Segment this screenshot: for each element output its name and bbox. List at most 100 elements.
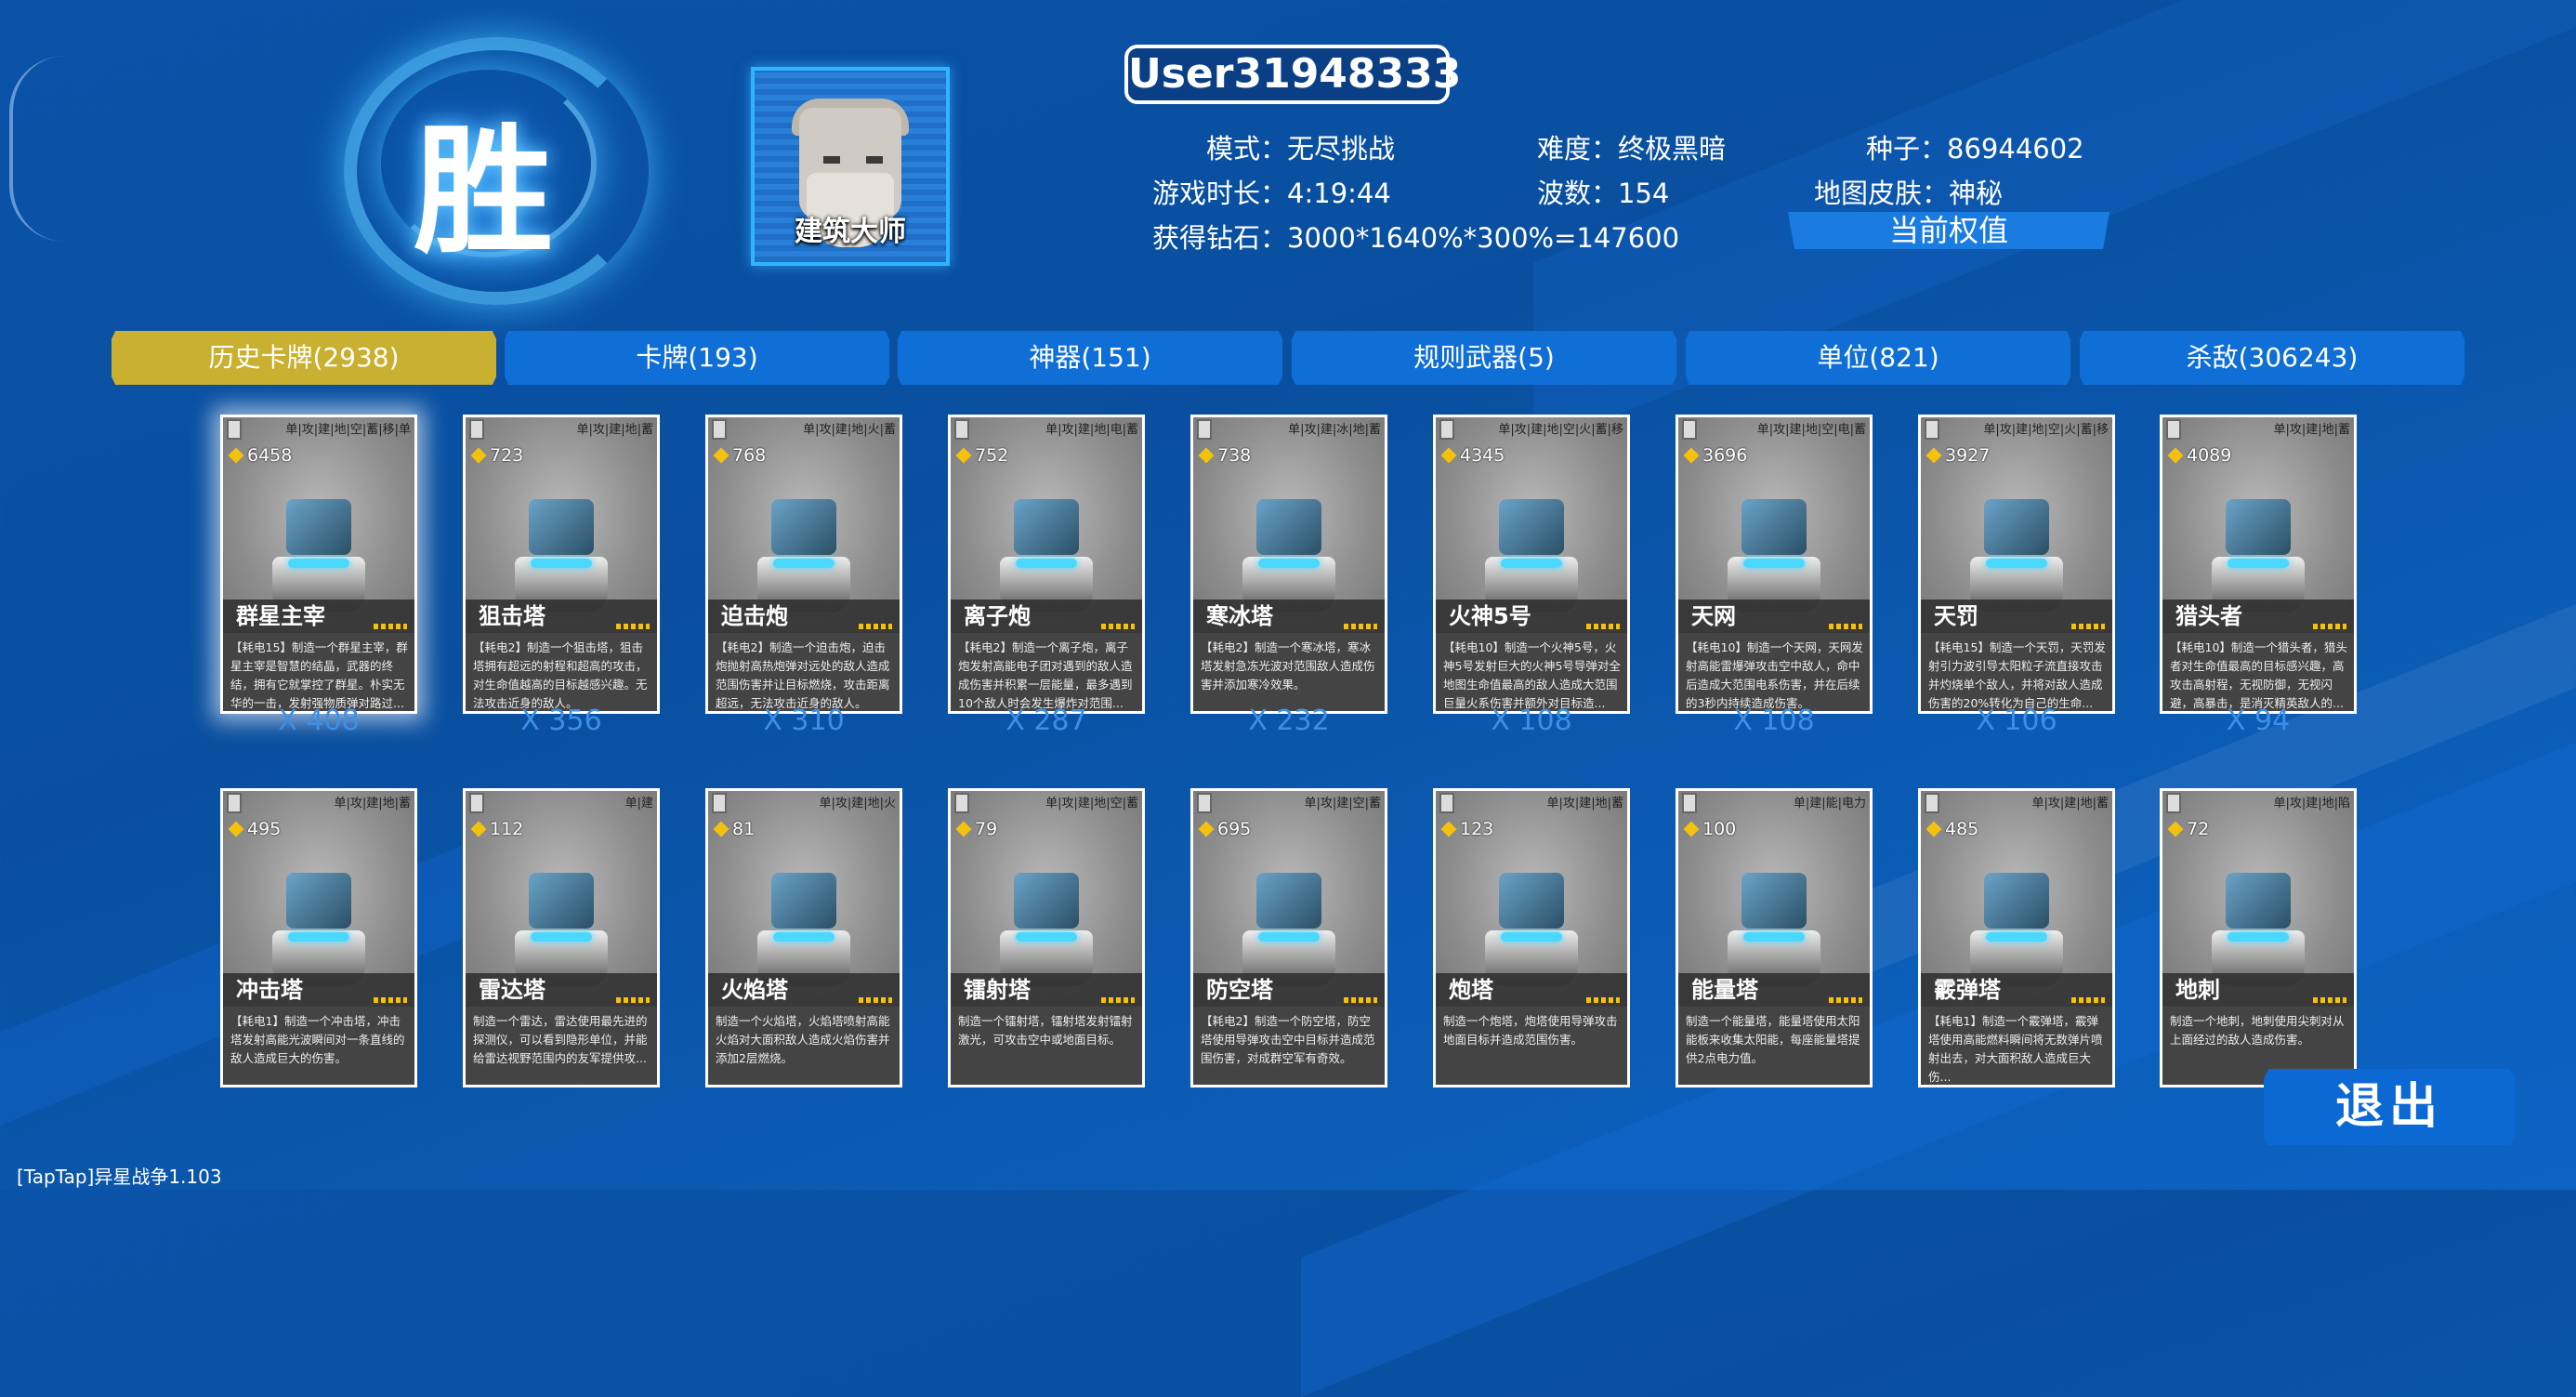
card-description: 【耗电2】制造一个狙击塔，狙击塔拥有超远的射程和超高的攻击，对生命值越高的目标越…: [473, 640, 648, 710]
card-name: 霰弹塔: [1934, 977, 2001, 1003]
tower-type-icon: [1682, 419, 1697, 440]
username: User31948333: [1124, 45, 1461, 104]
tab-rule-weapons[interactable]: 规则武器(5): [1292, 331, 1676, 385]
tower-type-icon: [1439, 793, 1454, 813]
card-star-rating: [1101, 624, 1135, 629]
card[interactable]: 单|攻|建|空|蓄 695 防空塔【耗电2】制造一个防空塔，防空塔使用导弹攻击空中目…: [1190, 788, 1387, 1087]
card-tags: 单|攻|建|空|蓄: [1304, 797, 1381, 811]
tower-type-icon: [954, 793, 969, 813]
tower-model: [1965, 847, 2068, 986]
tower-model: [510, 847, 612, 986]
card-count: X 310: [763, 705, 845, 737]
card-star-rating: [2071, 624, 2105, 629]
tower-type-icon: [2166, 793, 2181, 813]
card[interactable]: 单|攻|建|地|空|蓄|移|单 6458 群星主宰 【耗电15】制造一个群星主宰，群星…: [220, 415, 417, 714]
card[interactable]: 单|攻|建|地|蓄 723 狙击塔 【耗电2】制造一个狙击塔，狙击塔拥有超远的射程和超…: [463, 415, 660, 714]
tower-model: [510, 473, 612, 613]
card-cost: 738: [1201, 445, 1251, 466]
card-name: 防空塔: [1206, 977, 1273, 1003]
card-name: 天罚: [1934, 603, 1978, 629]
tower-type-icon: [1925, 419, 1939, 440]
card-star-rating: [616, 997, 650, 1003]
card[interactable]: 单|攻|建|地|空|火|蓄|移 3927 天罚 【耗电15】制造一个天罚，天罚发射引力…: [1918, 415, 2115, 714]
diamonds-info: 获得钻石：3000*1640%*300%=147600: [1152, 222, 1680, 254]
tower-model: [995, 847, 1097, 986]
card-star-rating: [1101, 997, 1135, 1003]
card[interactable]: 单|攻|建|地|蓄 485 霰弹塔 【耗电1】制造一个霰弹塔，霰弹塔使用高能燃料瞬间将…: [1918, 788, 2115, 1087]
card[interactable]: 单|攻|建|地|蓄 4089 猎头者 【耗电10】制造一个猎头者，猎头者对生命值最高的…: [2160, 415, 2357, 714]
seed-info: 种子：86944602: [1866, 133, 2084, 165]
tab-cards[interactable]: 卡牌(193): [505, 331, 889, 385]
card-name: 寒冰塔: [1206, 603, 1273, 629]
card-star-rating: [2313, 624, 2346, 629]
card[interactable]: 单|攻|建|地|空|电|蓄 3696 天网 【耗电10】制造一个天网，天网发射高能雷爆…: [1676, 415, 1873, 714]
tower-model: [1238, 847, 1340, 986]
card-cost: 695: [1201, 819, 1251, 839]
tower-type-icon: [954, 419, 969, 440]
tower-type-icon: [227, 419, 242, 440]
card-cost: 100: [1686, 819, 1736, 839]
card[interactable]: 单|建 112 雷达塔 制造一个雷达，雷达使用最先进的探测仪，可以看到隐形单位，并能给…: [463, 788, 660, 1087]
card[interactable]: 单|攻|建|地|火 81 火焰塔 制造一个火焰塔，火焰塔喷射高能火焰对大面积敌人造成火…: [705, 788, 902, 1087]
card-name: 冲击塔: [236, 977, 303, 1003]
tab-history-cards[interactable]: 历史卡牌(2938): [112, 331, 496, 385]
card-tags: 单|攻|建|地|火|蓄: [803, 423, 896, 437]
card-star-rating: [2313, 997, 2346, 1003]
tower-model: [1723, 847, 1825, 986]
tab-kills[interactable]: 杀敌(306243): [2080, 331, 2464, 385]
card-description: 【耗电2】制造一个离子炮，离子炮发射高能电子团对遇到的敌人造成伤害并积累一层能量…: [958, 640, 1133, 710]
card-cost: 3696: [1686, 445, 1747, 466]
card-description: 【耗电10】制造一个天网，天网发射高能雷爆弹攻击空中敌人，命中后造成大范围电系伤…: [1686, 640, 1863, 710]
decorative-arc: [9, 56, 69, 242]
card-description: 制造一个能量塔，能量塔使用太阳能板来收集太阳能，每座能量塔提供2点电力值。: [1686, 1014, 1860, 1065]
card[interactable]: 单|攻|建|地|电|蓄 752 离子炮 【耗电2】制造一个离子炮，离子炮发射高能电子团…: [948, 415, 1145, 714]
card[interactable]: 单|攻|建|地|火|蓄 768 迫击炮 【耗电2】制造一个迫击炮，迫击炮抛射高热炮弹对…: [705, 415, 902, 714]
card[interactable]: 单|攻|建|地|空|蓄 79 镭射塔 制造一个镭射塔，镭射塔发射镭射激光，可攻击空中或…: [948, 788, 1145, 1087]
card-cost: 495: [230, 819, 281, 839]
tower-model: [1723, 473, 1825, 613]
card-tags: 单|攻|建|地|空|电|蓄: [1756, 423, 1866, 437]
card-description: 【耗电1】制造一个霰弹塔，霰弹塔使用高能燃料瞬间将无数弹片喷射出去，对大面积敌人…: [1928, 1014, 2103, 1084]
card-description: 【耗电2】制造一个防空塔，防空塔使用导弹攻击空中目标并造成范围伤害，对成群空军有…: [1201, 1014, 1375, 1065]
card-tags: 单|攻|建|地|蓄: [576, 423, 653, 437]
player-avatar: 建筑大师: [751, 67, 950, 266]
card-name: 离子炮: [964, 603, 1031, 629]
card-name: 雷达塔: [479, 977, 545, 1003]
card-star-rating: [1829, 997, 1862, 1003]
card-cost: 112: [473, 819, 523, 839]
tab-artifacts[interactable]: 神器(151): [898, 331, 1282, 385]
card[interactable]: 单|建|能|电力 100 能量塔 制造一个能量塔，能量塔使用太阳能板来收集太阳能，每座…: [1676, 788, 1873, 1087]
card-star-rating: [374, 624, 407, 629]
tower-model: [1965, 473, 2068, 613]
exit-button[interactable]: 退出: [2264, 1069, 2515, 1145]
card-cost: 81: [716, 819, 755, 839]
current-weights-button[interactable]: 当前权值: [1788, 212, 2109, 249]
card-star-rating: [1344, 624, 1377, 629]
card-tags: 单|攻|建|地|空|蓄: [1045, 797, 1138, 811]
card-star-rating: [2071, 997, 2105, 1003]
card-cost: 72: [2170, 819, 2209, 839]
mode-info: 模式：无尽挑战: [1206, 133, 1396, 165]
card[interactable]: 单|攻|建|地|蓄 495 冲击塔 【耗电1】制造一个冲击塔，冲击塔发射高能光波瞬间对…: [220, 788, 417, 1087]
tower-model: [753, 847, 855, 986]
card-star-rating: [616, 624, 650, 629]
tower-model: [268, 473, 370, 613]
card[interactable]: 单|攻|建|地|蓄 123 炮塔 制造一个炮塔，炮塔使用导弹攻击地面目标并造成范围伤害…: [1433, 788, 1630, 1087]
card-tags: 单|攻|建|冰|地|蓄: [1288, 423, 1381, 437]
card-description: 【耗电2】制造一个寒冰塔，寒冰塔发射急冻光波对范围敌人造成伤害并添加寒冷效果。: [1201, 640, 1375, 692]
card-name: 镭射塔: [964, 977, 1031, 1003]
card[interactable]: 单|攻|建|地|空|火|蓄|移 4345 火神5号 【耗电10】制造一个火神5号，火神…: [1433, 415, 1630, 714]
victory-glyph: 胜: [413, 112, 553, 273]
card-name: 地刺: [2175, 977, 2220, 1003]
card-tags: 单|攻|建|地|蓄: [1546, 797, 1623, 811]
tab-units[interactable]: 单位(821): [1686, 331, 2070, 385]
card[interactable]: 单|攻|建|冰|地|蓄 738 寒冰塔【耗电2】制造一个寒冰塔，寒冰塔发射急冻光波对…: [1190, 415, 1387, 714]
tower-type-icon: [1925, 793, 1939, 813]
card-tags: 单|攻|建|地|电|蓄: [1045, 423, 1138, 437]
card-count: X 408: [278, 705, 360, 737]
card[interactable]: 单|攻|建|地|陷 72 地刺 制造一个地刺，地刺使用尖刺对从上面经过的敌人造成伤害。: [2160, 788, 2357, 1087]
card-cost: 768: [716, 445, 766, 466]
card-star-rating: [1586, 997, 1620, 1003]
skin-info: 地图皮肤：神秘: [1814, 178, 2004, 209]
card-name: 炮塔: [1449, 977, 1493, 1003]
